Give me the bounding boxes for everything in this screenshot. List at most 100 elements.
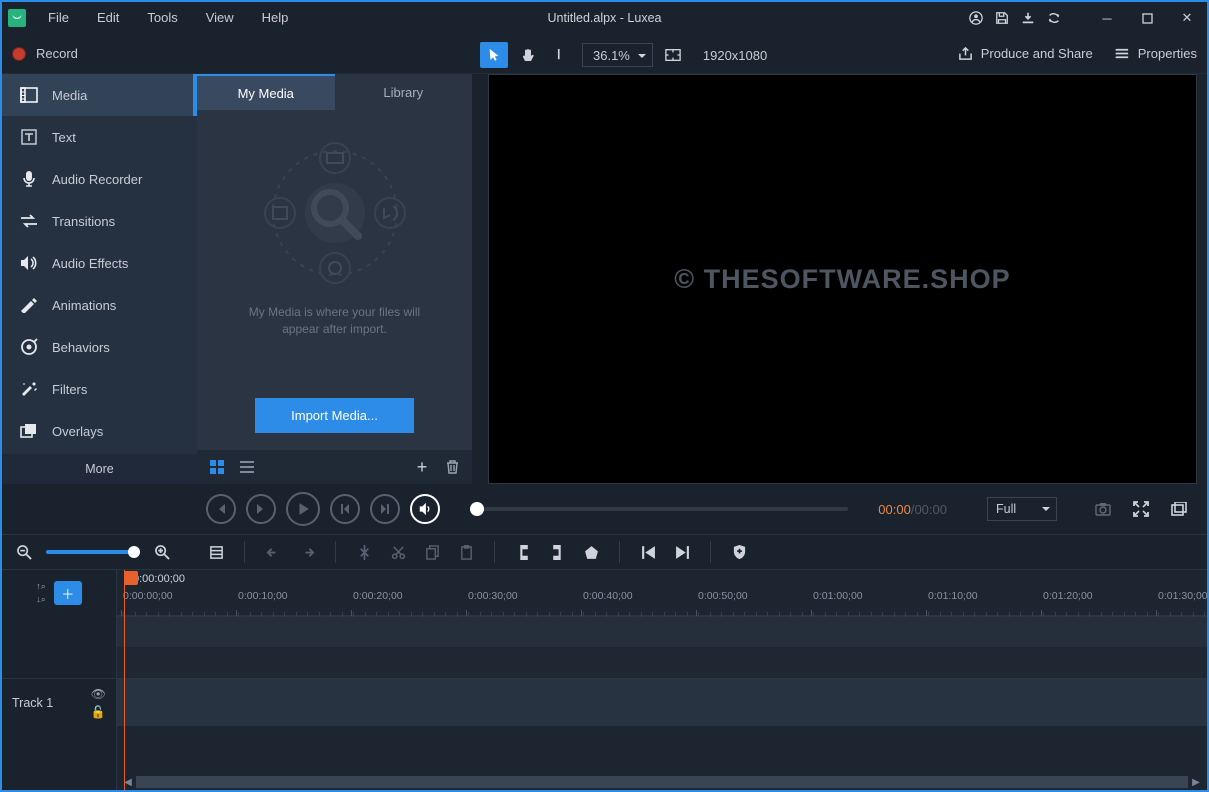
tab-my-media[interactable]: My Media [197,74,335,110]
cursor-tool[interactable] [480,42,508,68]
volume-button[interactable] [410,494,440,524]
save-icon[interactable] [989,2,1015,34]
animations-icon [20,296,38,314]
zoom-out-icon[interactable] [12,540,36,564]
timeline-zoom-slider[interactable] [46,550,140,554]
speaker-icon [20,254,38,272]
watermark-text: © THESOFTWARE.SHOP [674,264,1010,295]
properties-button[interactable]: Properties [1115,46,1197,61]
scrollbar-thumb[interactable] [136,776,1188,788]
zoom-in-icon[interactable] [150,540,174,564]
tab-library[interactable]: Library [335,74,473,110]
jump-next-icon[interactable] [670,540,694,564]
sidebar-item-text[interactable]: Text [2,116,197,158]
jump-prev-icon[interactable] [636,540,660,564]
playback-thumb[interactable] [470,502,484,516]
sidebar-more[interactable]: More [2,454,197,484]
split-icon[interactable] [352,540,376,564]
preview-mode-select[interactable]: Full [987,497,1057,521]
timeline-scrollbar: ◀ ▶ [122,776,1202,788]
sidebar-item-media[interactable]: Media [2,74,197,116]
text-icon [20,128,38,146]
menu-help[interactable]: Help [248,3,303,33]
undo-icon[interactable] [261,540,285,564]
lock-icon[interactable]: 🔓 [91,705,106,719]
sidebar-item-audio-recorder[interactable]: Audio Recorder [2,158,197,200]
track-1-lane[interactable] [117,678,1207,726]
record-icon [12,47,26,61]
menu-tools[interactable]: Tools [133,3,191,33]
snapshot-icon[interactable] [1089,495,1117,523]
visibility-icon[interactable]: 👁 [91,687,106,701]
sidebar-item-filters[interactable]: Filters [2,368,197,410]
playhead-handle[interactable] [124,571,138,585]
track-lane-1[interactable] [117,616,1207,647]
shield-icon[interactable] [727,540,751,564]
overlays-icon [20,422,38,440]
add-icon[interactable]: + [412,457,432,477]
window-minimize[interactable]: ─ [1087,2,1127,34]
ruler-tick: 0:01:20;00 [1043,590,1158,602]
timeline-tracks-area[interactable]: 0:00:00;00 0:00:00;000:00:10;000:00:20;0… [117,570,1207,790]
track-lane-2[interactable] [117,647,1207,678]
go-end-button[interactable] [370,494,400,524]
sync-icon[interactable] [1041,2,1067,34]
ruler-start-label: 0:00:00;00 [133,573,185,585]
hand-tool[interactable] [514,42,542,68]
ruler-tick: 0:00:50;00 [698,590,813,602]
crop-tool[interactable] [548,42,576,68]
playback-slider[interactable] [470,507,848,511]
list-view-icon[interactable] [237,457,257,477]
track-scroll-buttons: ↑⌕ ↓⌕ [36,581,46,605]
import-media-button[interactable]: Import Media... [255,398,414,433]
ruler-tick: 0:00:20;00 [353,590,468,602]
sidebar-item-transitions[interactable]: Transitions [2,200,197,242]
window-maximize[interactable] [1127,2,1167,34]
mark-out-icon[interactable] [545,540,569,564]
go-start-button[interactable] [330,494,360,524]
fit-timeline-icon[interactable] [204,540,228,564]
filters-icon [20,380,38,398]
redo-icon[interactable] [295,540,319,564]
aspect-icon[interactable] [659,42,687,68]
main-area: Media Text Audio Recorder Transitions Au… [2,74,1207,484]
next-frame-button[interactable] [246,494,276,524]
copy-icon[interactable] [420,540,444,564]
menu-file[interactable]: File [34,3,83,33]
sidebar-item-behaviors[interactable]: Behaviors [2,326,197,368]
timecode: 00:00/00:00 [878,502,947,517]
preview-zoom-select[interactable]: 36.1% [582,43,653,67]
mark-in-icon[interactable] [511,540,535,564]
scroll-right-icon[interactable]: ▶ [1190,776,1202,788]
marker-icon[interactable] [579,540,603,564]
trash-icon[interactable] [442,457,462,477]
title-bar: File Edit Tools View Help Untitled.alpx … [2,2,1207,34]
scroll-up-icon[interactable]: ↑⌕ [36,581,46,592]
detach-icon[interactable] [1165,495,1193,523]
sidebar-item-animations[interactable]: Animations [2,284,197,326]
preview-canvas[interactable]: © THESOFTWARE.SHOP [488,74,1197,484]
fullscreen-icon[interactable] [1127,495,1155,523]
account-icon[interactable] [963,2,989,34]
menu-edit[interactable]: Edit [83,3,133,33]
scroll-down-icon[interactable]: ↓⌕ [36,594,46,605]
download-icon[interactable] [1015,2,1041,34]
window-close[interactable]: ✕ [1167,2,1207,34]
sidebar-item-overlays[interactable]: Overlays [2,410,197,452]
cut-icon[interactable] [386,540,410,564]
media-icon [20,86,38,104]
prev-frame-button[interactable] [206,494,236,524]
play-button[interactable] [286,492,320,526]
playhead-line[interactable] [124,570,125,790]
menu-view[interactable]: View [192,3,248,33]
paste-icon[interactable] [454,540,478,564]
scroll-left-icon[interactable]: ◀ [122,776,134,788]
player-bar: 00:00/00:00 Full [2,484,1207,534]
track-1-header[interactable]: Track 1 👁 🔓 [2,678,116,726]
media-hint: My Media is where your files willappear … [249,304,420,338]
record-button[interactable]: Record [12,46,78,61]
add-track-button[interactable]: ＋ [54,581,82,605]
grid-view-icon[interactable] [207,457,227,477]
produce-and-share[interactable]: Produce and Share [958,46,1093,61]
sidebar-item-audio-effects[interactable]: Audio Effects [2,242,197,284]
